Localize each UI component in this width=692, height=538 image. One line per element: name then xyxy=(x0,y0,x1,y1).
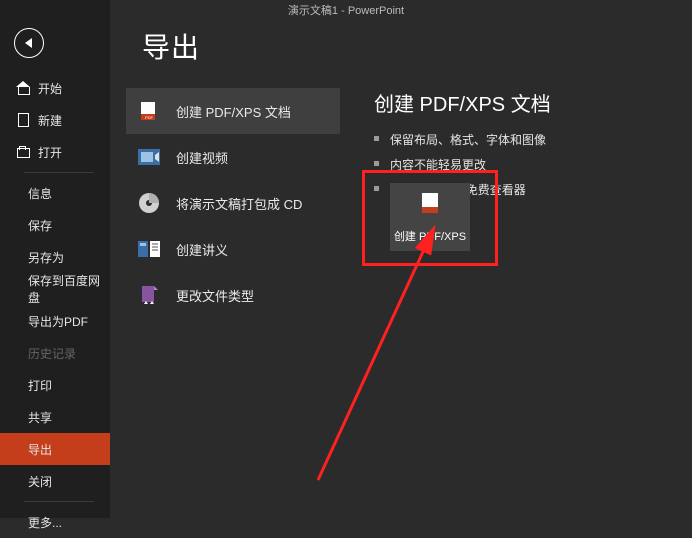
export-option-list: PDF 创建 PDF/XPS 文档 创建视频 将演示文稿打包成 CD xyxy=(126,88,340,318)
back-button[interactable] xyxy=(14,28,44,58)
svg-text:PDF: PDF xyxy=(145,115,154,120)
nav-label: 关闭 xyxy=(28,473,52,490)
nav-save-baidu[interactable]: 保存到百度网盘 xyxy=(0,273,110,305)
pdf-icon: PDF xyxy=(136,98,162,124)
bullet-item: 内容不能轻易更改 xyxy=(374,152,692,177)
nav-label: 保存 xyxy=(28,217,52,234)
nav-label: 另存为 xyxy=(28,249,64,266)
export-option-video[interactable]: 创建视频 xyxy=(126,134,340,180)
page-title: 导出 xyxy=(142,26,692,66)
video-icon xyxy=(136,144,162,170)
nav-label: 保存到百度网盘 xyxy=(28,272,110,306)
nav-label: 打印 xyxy=(28,377,52,394)
nav-export[interactable]: 导出 xyxy=(0,433,110,465)
nav-label: 共享 xyxy=(28,409,52,426)
new-file-icon xyxy=(16,113,30,127)
nav-print[interactable]: 打印 xyxy=(0,369,110,401)
nav-save[interactable]: 保存 xyxy=(0,209,110,241)
nav-label: 打开 xyxy=(38,144,62,161)
option-label: 将演示文稿打包成 CD xyxy=(176,194,302,213)
nav-open[interactable]: 打开 xyxy=(0,136,110,168)
option-label: 更改文件类型 xyxy=(176,286,254,305)
nav-label: 信息 xyxy=(28,185,52,202)
export-option-cd[interactable]: 将演示文稿打包成 CD xyxy=(126,180,340,226)
option-label: 创建视频 xyxy=(176,148,228,167)
handout-icon xyxy=(136,236,162,262)
nav-label: 历史记录 xyxy=(28,345,76,362)
nav-label: 新建 xyxy=(38,112,62,129)
backstage-main: 导出 PDF 创建 PDF/XPS 文档 创建视频 将演示文稿打包成 CD xyxy=(126,26,692,518)
open-folder-icon xyxy=(16,145,30,159)
cd-icon xyxy=(136,190,162,216)
nav-label: 导出为PDF xyxy=(28,313,88,330)
pane-title: 创建 PDF/XPS 文档 xyxy=(374,88,692,117)
button-label: 创建 PDF/XPS xyxy=(394,228,466,244)
export-option-handout[interactable]: 创建讲义 xyxy=(126,226,340,272)
backstage-sidebar: 开始 新建 打开 信息 保存 另存为 保存到百度网盘 导出为PDF 历史记录 打… xyxy=(0,0,110,518)
export-option-pdfxps[interactable]: PDF 创建 PDF/XPS 文档 xyxy=(126,88,340,134)
nav-new[interactable]: 新建 xyxy=(0,104,110,136)
nav-history: 历史记录 xyxy=(0,337,110,369)
home-icon xyxy=(16,81,30,95)
nav-close[interactable]: 关闭 xyxy=(0,465,110,497)
nav-label: 开始 xyxy=(38,80,62,97)
nav-more[interactable]: 更多... xyxy=(0,506,110,538)
nav-label: 导出 xyxy=(28,441,52,458)
create-pdf-xps-button[interactable]: 创建 PDF/XPS xyxy=(390,183,470,251)
nav-label: 更多... xyxy=(28,514,62,531)
pdf-large-icon xyxy=(417,191,443,220)
divider xyxy=(24,172,94,173)
option-label: 创建 PDF/XPS 文档 xyxy=(176,102,291,121)
arrow-left-icon xyxy=(25,38,32,48)
bullet-item: 保留布局、格式、字体和图像 xyxy=(374,127,692,152)
divider xyxy=(24,501,94,502)
nav-home[interactable]: 开始 xyxy=(0,72,110,104)
nav-export-pdf[interactable]: 导出为PDF xyxy=(0,305,110,337)
export-option-filetype[interactable]: 更改文件类型 xyxy=(126,272,340,318)
nav-share[interactable]: 共享 xyxy=(0,401,110,433)
nav-saveas[interactable]: 另存为 xyxy=(0,241,110,273)
option-label: 创建讲义 xyxy=(176,240,228,259)
nav-info[interactable]: 信息 xyxy=(0,177,110,209)
change-filetype-icon xyxy=(136,282,162,308)
